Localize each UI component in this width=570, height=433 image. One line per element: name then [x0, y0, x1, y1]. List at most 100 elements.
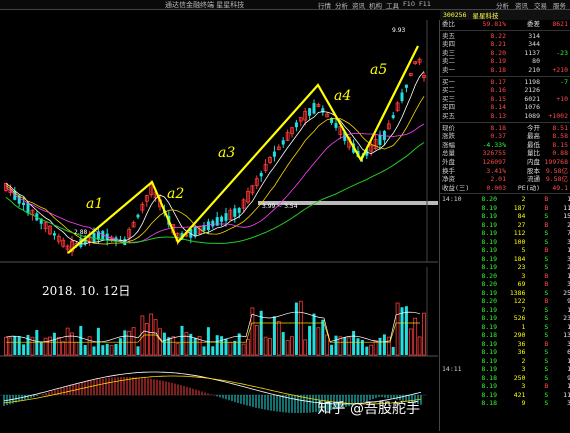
candle-body — [391, 115, 395, 118]
tick-row[interactable]: 14:11 8.19 3 S 1 — [440, 365, 570, 374]
tick-row[interactable]: 14:10 8.20 2 B 1 — [440, 195, 570, 204]
tick-row[interactable]: 8.19 100 S 3 — [440, 238, 570, 247]
tick-row[interactable]: 8.18 250 S 9 — [440, 374, 570, 383]
tick-row[interactable]: 8.18 9 S 3 — [440, 399, 570, 408]
volume-bar — [276, 321, 281, 356]
tick-time — [440, 399, 469, 408]
candle-body — [193, 227, 197, 237]
tick-time — [440, 348, 469, 357]
menu-item[interactable]: F10 — [403, 0, 415, 10]
volume-bar — [8, 337, 13, 356]
tick-row[interactable]: 8.19 23 S 2 — [440, 263, 570, 272]
kline-chart-area[interactable]: 2.88 3.99 ~ 3.54 9.93 a1 a2 a3 a4 a5 201… — [0, 10, 438, 431]
tick-row[interactable]: 8.19 36 B 3 — [440, 340, 570, 349]
tick-time — [440, 289, 469, 298]
volume-bar — [92, 346, 96, 355]
tick-count: 3 — [567, 254, 570, 263]
tick-volume: 184 — [513, 254, 526, 263]
stat-value: 8.15 — [552, 140, 568, 149]
book-change — [540, 32, 568, 41]
tick-row[interactable]: 8.20 3 B 1 — [440, 272, 570, 281]
menu-item[interactable]: 分析 — [496, 0, 509, 10]
stat-label: 净资 — [442, 175, 455, 184]
tick-count: 1 — [567, 305, 570, 314]
tick-row[interactable]: 8.19 36 S 6 — [440, 348, 570, 357]
tick-count: 9 — [567, 297, 570, 306]
tick-count: 1 — [567, 365, 570, 374]
stat-row: 换手 3.41% 股本 9.58亿 — [440, 167, 570, 176]
tick-count: 11 — [563, 390, 570, 399]
sell_book-row: 卖五 8.22 314 — [440, 32, 570, 41]
wave-label-a1: a1 — [86, 196, 104, 212]
volume-bar — [386, 336, 391, 356]
tick-row[interactable]: 8.20 69 B 3 — [440, 280, 570, 289]
book-volume: 1137 — [524, 48, 540, 57]
tick-volume: 36 — [517, 348, 526, 357]
tick-row[interactable]: 8.19 184 S 3 — [440, 255, 570, 264]
tick-row[interactable]: 8.19 27 B 2 — [440, 221, 570, 230]
candle-body — [224, 213, 228, 221]
tick-row[interactable]: 8.19 84 S 15 — [440, 212, 570, 221]
menu-item[interactable]: 服务 — [553, 0, 566, 10]
tick-row[interactable]: 8.19 5 B 1 — [440, 246, 570, 255]
tick-row[interactable]: 8.20 122 B 9 — [440, 297, 570, 306]
menu-item[interactable]: F11 — [419, 0, 431, 10]
tick-row[interactable]: 8.19 421 S 11 — [440, 391, 570, 400]
stat-label: 总量 — [442, 149, 455, 158]
tick-row[interactable]: 8.19 526 S 23 — [440, 314, 570, 323]
tick-time — [440, 263, 469, 272]
menu-item[interactable]: 资讯 — [352, 0, 365, 10]
tick-time — [440, 357, 469, 366]
sell_book-row: 卖二 8.19 80 — [440, 57, 570, 66]
volume-bar — [202, 346, 206, 355]
volume-bar — [105, 343, 109, 355]
volume-bar — [303, 339, 308, 356]
tick-row[interactable]: 8.19 7 S 1 — [440, 306, 570, 315]
menu-item[interactable]: 行情 — [318, 0, 331, 10]
tick-row[interactable]: 8.19 112 S 7 — [440, 229, 570, 238]
tick-side: S — [544, 365, 549, 374]
tick-side: S — [544, 314, 549, 323]
book-volume: 1089 — [524, 111, 540, 120]
book-change: +10 — [556, 94, 568, 103]
buy_book-row: 买三 8.15 6021 +10 — [440, 95, 570, 104]
stat-label: 流通 — [527, 175, 540, 184]
book-volume: 6021 — [524, 94, 540, 103]
book-price: 8.13 — [490, 111, 506, 120]
menu-item[interactable]: 分析 — [335, 0, 348, 10]
candle-body — [312, 103, 316, 114]
menu-item[interactable]: 交易 — [534, 0, 547, 10]
wave-label-a2: a2 — [167, 186, 185, 202]
tick-row[interactable]: 8.19 187 B 11 — [440, 204, 570, 213]
quote-stats: 现价 8.18 今开 8.51 涨跌 0.37 最高 8.58 涨幅 -4.33% 最低 8.15 总量… — [440, 124, 570, 193]
stat-row: 总量 326755 量比 0.88 — [440, 149, 570, 158]
volume-bar — [246, 339, 250, 356]
volume-bar — [171, 336, 176, 356]
tick-row[interactable]: 8.19 2 S 1 — [440, 357, 570, 366]
menu-item[interactable]: 工具 — [386, 0, 399, 10]
menu-item[interactable]: 资讯 — [515, 0, 528, 10]
tick-side: S — [544, 254, 549, 263]
tick-list[interactable]: 14:10 8.20 2 B 1 8.19 187 B 11 8.19 84 S 15 8.19 27 B 2 8… — [440, 195, 570, 408]
low-price-label: 2.88 — [74, 229, 88, 236]
tick-row[interactable]: 8.19 1 S 1 — [440, 323, 570, 332]
tick-price: 8.18 — [481, 373, 498, 382]
candle-body — [211, 220, 215, 227]
tick-row[interactable]: 8.18 290 S 13 — [440, 331, 570, 340]
book-price: 8.20 — [490, 48, 506, 57]
tick-row[interactable]: 8.19 1386 S 25 — [440, 289, 570, 298]
tick-time — [440, 297, 469, 306]
volume-bar — [22, 344, 26, 355]
tick-volume: 5 — [521, 246, 526, 255]
volume-bar — [281, 332, 285, 355]
tick-time: 14:10 — [442, 195, 462, 204]
stat-value: 9.58亿 — [545, 175, 568, 184]
menu-item[interactable]: 机构 — [369, 0, 382, 10]
book-change: -23 — [556, 48, 568, 57]
stat-label: 今开 — [527, 123, 540, 132]
tick-row[interactable]: 8.19 3 B 1 — [440, 382, 570, 391]
book-change — [540, 86, 568, 95]
stat-row: 净资 2.01 流通 9.58亿 — [440, 175, 570, 184]
candle-body — [281, 140, 285, 145]
book-level-label: 卖三 — [442, 48, 455, 57]
